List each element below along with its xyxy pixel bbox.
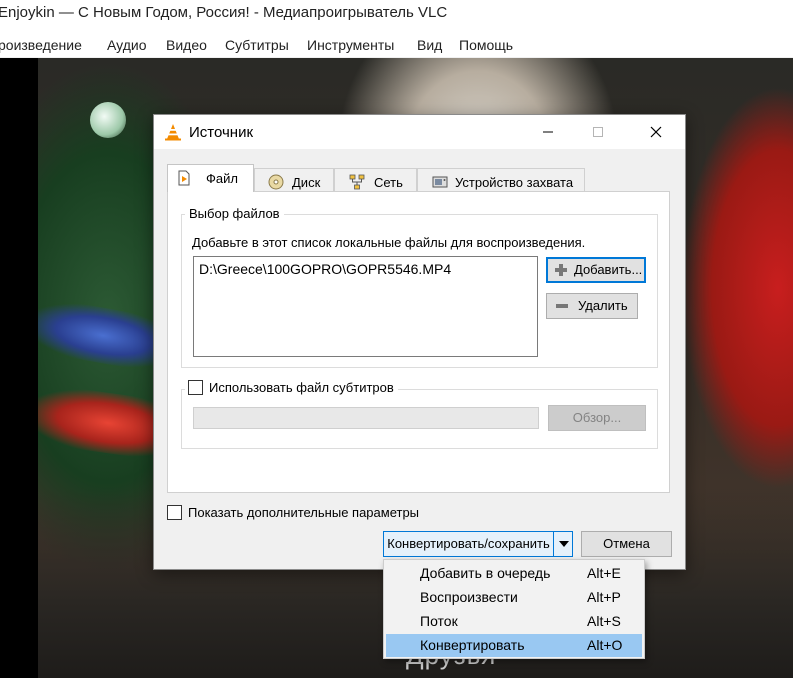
tab-network-label: Сеть — [374, 175, 403, 190]
show-more-options-label: Показать дополнительные параметры — [188, 505, 420, 520]
menu-item-shortcut: Alt+S — [587, 613, 621, 629]
main-window-titlebar: Enjoykin — С Новым Годом, Россия! - Меди… — [0, 0, 793, 30]
maximize-icon — [593, 127, 603, 137]
cancel-button[interactable]: Отмена — [581, 531, 672, 557]
menu-subtitles[interactable]: Субтитры — [225, 37, 289, 53]
menu-item-label: Добавить в очередь — [420, 565, 551, 581]
use-subtitle-checkbox[interactable] — [188, 380, 203, 395]
menu-video[interactable]: Видео — [166, 37, 207, 53]
remove-file-button[interactable]: Удалить — [546, 293, 638, 319]
capture-device-icon — [432, 176, 448, 188]
add-file-label: Добавить... — [574, 262, 643, 277]
main-menubar: роизведение Аудио Видео Субтитры Инструм… — [0, 30, 793, 58]
menu-item-shortcut: Alt+E — [587, 565, 621, 581]
menu-item-label: Воспроизвести — [420, 589, 518, 605]
tab-disc-label: Диск — [292, 175, 321, 190]
minimize-button[interactable] — [525, 115, 571, 149]
menu-item-shortcut: Alt+O — [587, 637, 623, 653]
menu-playback[interactable]: роизведение — [0, 37, 82, 53]
subtitle-file-input — [193, 407, 539, 429]
file-list[interactable]: D:\Greece\100GOPRO\GOPR5546.MP4 — [193, 256, 538, 357]
show-more-options-checkbox[interactable] — [167, 505, 182, 520]
file-selection-title: Выбор файлов — [185, 206, 284, 221]
tab-file-label: Файл — [206, 171, 238, 186]
convert-save-split-button[interactable]: Конвертировать/сохранить — [383, 531, 573, 557]
menu-item-play[interactable]: Воспроизвести Alt+P — [386, 586, 642, 609]
dialog-title: Источник — [189, 124, 254, 141]
convert-save-menu: Добавить в очередь Alt+E Воспроизвести A… — [383, 559, 645, 659]
minimize-icon — [543, 131, 553, 133]
menu-item-convert[interactable]: Конвертировать Alt+O — [386, 634, 642, 657]
menu-audio[interactable]: Аудио — [107, 37, 147, 53]
file-tab-panel: Выбор файлов Добавьте в этот список лока… — [167, 191, 670, 493]
file-play-icon — [178, 170, 190, 186]
remove-file-label: Удалить — [578, 298, 628, 313]
menu-item-label: Конвертировать — [420, 637, 525, 653]
main-window-title: Enjoykin — С Новым Годом, Россия! - Меди… — [0, 4, 448, 21]
dropdown-arrow-icon — [559, 541, 569, 547]
menu-tools[interactable]: Инструменты — [307, 37, 394, 53]
maximize-button — [575, 115, 621, 149]
dialog-titlebar: Источник — [154, 115, 685, 149]
menu-item-enqueue[interactable]: Добавить в очередь Alt+E — [386, 562, 642, 585]
menu-view[interactable]: Вид — [417, 37, 442, 53]
minus-icon — [556, 304, 568, 308]
open-media-dialog: Источник Файл Диск Сеть Устройство захва… — [153, 114, 686, 570]
file-list-item[interactable]: D:\Greece\100GOPRO\GOPR5546.MP4 — [199, 261, 451, 277]
subtitle-group-header: Использовать файл субтитров — [185, 380, 398, 395]
convert-save-button[interactable]: Конвертировать/сохранить — [384, 532, 554, 556]
plus-icon — [555, 264, 567, 276]
add-file-button[interactable]: Добавить... — [546, 257, 646, 283]
menu-item-stream[interactable]: Поток Alt+S — [386, 610, 642, 633]
convert-save-dropdown[interactable] — [555, 532, 573, 556]
disc-icon — [268, 174, 284, 190]
menu-item-shortcut: Alt+P — [587, 589, 621, 605]
menu-help[interactable]: Помощь — [459, 37, 513, 53]
ornament-decoration — [90, 102, 126, 138]
file-selection-hint: Добавьте в этот список локальные файлы д… — [192, 235, 586, 250]
browse-button: Обзор... — [548, 405, 646, 431]
vlc-cone-icon — [165, 124, 181, 141]
close-icon — [650, 126, 662, 138]
network-icon — [349, 174, 365, 190]
close-button[interactable] — [633, 115, 679, 149]
tab-file[interactable]: Файл — [167, 164, 254, 192]
menu-item-label: Поток — [420, 613, 458, 629]
tab-capture-label: Устройство захвата — [455, 175, 574, 190]
use-subtitle-label: Использовать файл субтитров — [209, 380, 394, 395]
